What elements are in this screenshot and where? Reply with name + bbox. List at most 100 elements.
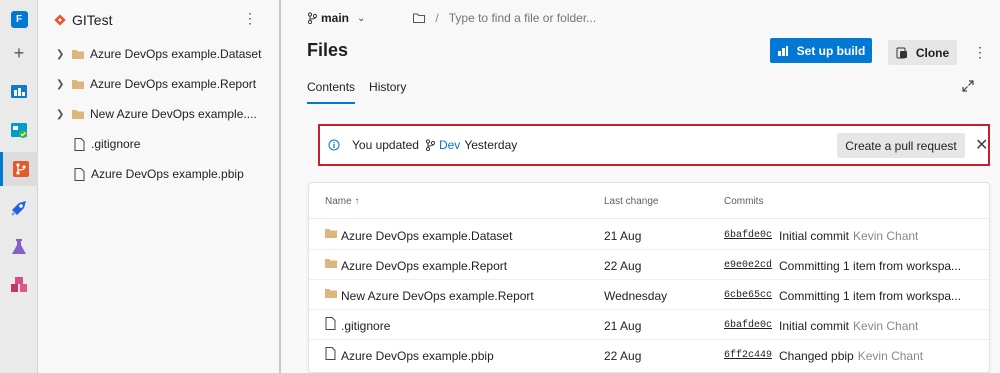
tab-contents[interactable]: Contents [307,80,356,104]
folder-icon [325,229,337,238]
tree-item-file[interactable]: Azure DevOps example.pbip [38,159,279,189]
nav-test-plans[interactable] [0,230,38,264]
commit-info: Committing 1 item from workspa... [779,289,965,303]
banner-branch-link[interactable]: Dev [439,138,460,152]
organization-button[interactable]: F [0,2,38,36]
table-header: Name ↑ Last change Commits [309,183,989,219]
table-row[interactable]: New Azure DevOps example.Report Wednesda… [309,280,989,310]
boards-icon [11,123,27,138]
commit-hash[interactable]: 6cbe65cc [724,290,772,301]
close-icon[interactable]: ✕ [975,135,988,155]
tab-history[interactable]: History [369,80,406,104]
nav-boards[interactable] [0,113,38,147]
file-icon [325,347,336,360]
nav-overview[interactable] [0,74,38,108]
tree-item-folder[interactable]: ❯ New Azure DevOps example.... [38,99,279,129]
repo-name[interactable]: GITest [72,12,112,28]
git-repo-icon [54,14,66,26]
file-icon [74,137,85,151]
top-bar: main ⌄ / [307,8,1000,28]
folder-icon [325,259,337,268]
branch-icon [307,12,317,24]
file-name[interactable]: Azure DevOps example.Report [341,259,507,273]
commit-message: Committing 1 item from workspa... [779,289,962,303]
clone-label: Clone [915,45,950,60]
test-plans-icon [12,239,26,254]
chevron-right-icon[interactable]: ❯ [56,49,66,60]
tree-item-label: Azure DevOps example.Report [90,77,257,91]
folder-outline-icon[interactable] [413,13,426,23]
commit-info: Initial commit Kevin Chant [779,229,918,243]
table-row[interactable]: Azure DevOps example.Report 22 Aug e9e0e… [309,250,989,280]
set-up-build-label: Set up build [796,43,866,58]
banner-prefix: You updated [352,138,419,152]
more-actions-icon[interactable]: ⋮ [973,44,987,61]
folder-icon [72,50,84,59]
nav-artifacts[interactable] [0,268,38,302]
chevron-right-icon[interactable]: ❯ [56,79,66,90]
pipelines-icon [11,201,26,216]
file-name[interactable]: Azure DevOps example.pbip [341,349,494,363]
commit-hash[interactable]: 6bafde0c [724,320,772,331]
column-name[interactable]: Name ↑ [325,196,359,207]
file-name[interactable]: New Azure DevOps example.Report [341,289,534,303]
commit-message: Initial commit [779,229,850,243]
commit-message: Initial commit [779,319,850,333]
commit-message: Changed pbip [779,349,854,363]
folder-icon [325,289,337,298]
set-up-build-button[interactable]: Set up build [770,38,872,63]
overview-icon [11,85,27,98]
file-search-input[interactable] [448,11,629,25]
commit-hash[interactable]: 6bafde0c [724,230,772,241]
commit-author: Kevin Chant [853,229,919,243]
create-pull-request-button[interactable]: Create a pull request [837,133,965,158]
last-change: 22 Aug [604,259,642,273]
tree-item-folder[interactable]: ❯ Azure DevOps example.Dataset [38,39,279,69]
last-change: 21 Aug [604,229,642,243]
left-nav-rail: F + [0,0,38,373]
repo-more-icon[interactable]: ⋮ [243,10,257,27]
file-name[interactable]: Azure DevOps example.Dataset [341,229,512,243]
commit-message: Committing 1 item from workspa... [779,259,962,273]
clone-icon [896,47,907,58]
file-icon [325,317,336,330]
commit-info: Changed pbip Kevin Chant [779,349,923,363]
last-change: 22 Aug [604,349,642,363]
branch-name: main [321,11,350,25]
repo-header: GITest ⋮ [54,10,269,30]
nav-pipelines[interactable] [0,191,38,225]
table-row[interactable]: .gitignore 21 Aug 6bafde0c Initial commi… [309,310,989,340]
table-row[interactable]: Azure DevOps example.Dataset 21 Aug 6baf… [309,220,989,250]
main-content: main ⌄ / Files Set up build Clone ⋮ Cont… [283,0,1000,373]
table-row[interactable]: Azure DevOps example.pbip 22 Aug 6ff2c44… [309,340,989,370]
tree-item-label: Azure DevOps example.pbip [91,167,244,181]
last-change: 21 Aug [604,319,642,333]
commit-hash[interactable]: 6ff2c449 [724,350,772,361]
plus-icon: + [13,43,25,63]
artifacts-icon [11,277,27,292]
branch-update-banner: You updated Dev Yesterday Create a pull … [318,124,990,166]
expand-icon[interactable] [962,80,974,92]
build-icon [777,45,788,56]
tree-item-folder[interactable]: ❯ Azure DevOps example.Report [38,69,279,99]
repos-icon [12,161,29,177]
tree-item-file[interactable]: .gitignore [38,129,279,159]
commit-info: Committing 1 item from workspa... [779,259,965,273]
banner-message: You updated Dev Yesterday [352,138,517,152]
tab-bar: Contents History [307,80,420,104]
org-avatar: F [10,10,28,28]
chevron-right-icon[interactable]: ❯ [56,109,66,120]
folder-icon [72,80,84,89]
branch-selector[interactable]: main ⌄ [307,11,365,25]
commit-hash[interactable]: e9e0e2cd [724,260,772,271]
column-commits: Commits [724,196,764,207]
branch-icon [425,139,435,151]
new-item-button[interactable]: + [0,36,38,70]
files-table: Name ↑ Last change Commits Azure DevOps … [308,182,990,373]
nav-repos[interactable] [0,152,38,186]
file-name[interactable]: .gitignore [341,319,390,333]
clone-button[interactable]: Clone [888,40,957,65]
banner-suffix: Yesterday [464,138,518,152]
commit-author: Kevin Chant [853,319,919,333]
column-last-change: Last change [604,196,659,207]
